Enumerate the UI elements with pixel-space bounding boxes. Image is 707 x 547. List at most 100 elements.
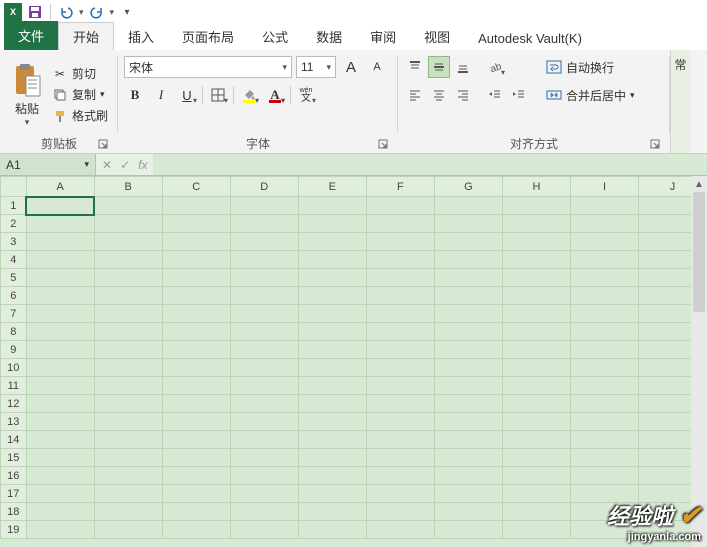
name-box-dropdown[interactable]: ▾: [84, 159, 89, 170]
cell-H6[interactable]: [502, 287, 570, 305]
cell-C7[interactable]: [162, 305, 230, 323]
undo-button[interactable]: [55, 1, 77, 23]
copy-button[interactable]: 复制 ▾: [52, 86, 108, 103]
cell-I5[interactable]: [571, 269, 639, 287]
cell-E3[interactable]: [298, 233, 366, 251]
cell-B19[interactable]: [94, 521, 162, 539]
cell-A12[interactable]: [26, 395, 94, 413]
cell-C5[interactable]: [162, 269, 230, 287]
cancel-formula-button[interactable]: ✕: [102, 158, 112, 172]
scroll-up-button[interactable]: ▲: [691, 176, 707, 192]
cell-D16[interactable]: [230, 467, 298, 485]
cell-B15[interactable]: [94, 449, 162, 467]
row-header-9[interactable]: 9: [1, 341, 27, 359]
cell-H1[interactable]: [502, 197, 570, 215]
cell-F2[interactable]: [366, 215, 434, 233]
cell-H17[interactable]: [502, 485, 570, 503]
cell-I8[interactable]: [571, 323, 639, 341]
cell-C15[interactable]: [162, 449, 230, 467]
cell-H11[interactable]: [502, 377, 570, 395]
row-header-2[interactable]: 2: [1, 215, 27, 233]
cell-F16[interactable]: [366, 467, 434, 485]
row-header-8[interactable]: 8: [1, 323, 27, 341]
orientation-button[interactable]: ab▾: [484, 56, 506, 78]
cell-B18[interactable]: [94, 503, 162, 521]
row-header-17[interactable]: 17: [1, 485, 27, 503]
row-header-15[interactable]: 15: [1, 449, 27, 467]
cell-I7[interactable]: [571, 305, 639, 323]
cell-F14[interactable]: [366, 431, 434, 449]
row-header-10[interactable]: 10: [1, 359, 27, 377]
clipboard-dialog-launcher[interactable]: [96, 137, 110, 151]
cell-F11[interactable]: [366, 377, 434, 395]
cell-B13[interactable]: [94, 413, 162, 431]
qat-customize-button[interactable]: ▾: [116, 1, 138, 23]
undo-dropdown[interactable]: ▾: [79, 7, 84, 18]
align-bottom-button[interactable]: [452, 56, 474, 78]
alignment-dialog-launcher[interactable]: [648, 137, 662, 151]
cell-A19[interactable]: [26, 521, 94, 539]
cell-G19[interactable]: [434, 521, 502, 539]
cell-A16[interactable]: [26, 467, 94, 485]
cell-F13[interactable]: [366, 413, 434, 431]
cell-A14[interactable]: [26, 431, 94, 449]
cell-H4[interactable]: [502, 251, 570, 269]
cell-G16[interactable]: [434, 467, 502, 485]
cell-A17[interactable]: [26, 485, 94, 503]
cell-D2[interactable]: [230, 215, 298, 233]
row-header-18[interactable]: 18: [1, 503, 27, 521]
cell-H19[interactable]: [502, 521, 570, 539]
cell-G1[interactable]: [434, 197, 502, 215]
cell-I17[interactable]: [571, 485, 639, 503]
cell-H12[interactable]: [502, 395, 570, 413]
decrease-font-button[interactable]: A: [366, 56, 388, 78]
cell-D17[interactable]: [230, 485, 298, 503]
cell-I11[interactable]: [571, 377, 639, 395]
cell-G4[interactable]: [434, 251, 502, 269]
fill-color-button[interactable]: ▾: [238, 84, 260, 106]
cell-I2[interactable]: [571, 215, 639, 233]
cell-I9[interactable]: [571, 341, 639, 359]
cell-A3[interactable]: [26, 233, 94, 251]
increase-font-button[interactable]: A: [340, 56, 362, 78]
save-button[interactable]: [24, 1, 46, 23]
cell-I16[interactable]: [571, 467, 639, 485]
paste-dropdown[interactable]: ▾: [25, 117, 30, 128]
cell-F7[interactable]: [366, 305, 434, 323]
column-header-B[interactable]: B: [94, 177, 162, 197]
cell-G13[interactable]: [434, 413, 502, 431]
cell-D10[interactable]: [230, 359, 298, 377]
cell-B6[interactable]: [94, 287, 162, 305]
cell-I3[interactable]: [571, 233, 639, 251]
vertical-scrollbar[interactable]: ▲ ▼: [691, 176, 707, 547]
cell-E9[interactable]: [298, 341, 366, 359]
font-size-combo[interactable]: 11 ▾: [296, 56, 336, 78]
cell-B1[interactable]: [94, 197, 162, 215]
cell-H15[interactable]: [502, 449, 570, 467]
cell-G8[interactable]: [434, 323, 502, 341]
align-right-button[interactable]: [452, 84, 474, 106]
cell-C17[interactable]: [162, 485, 230, 503]
cell-C19[interactable]: [162, 521, 230, 539]
row-header-19[interactable]: 19: [1, 521, 27, 539]
cell-E10[interactable]: [298, 359, 366, 377]
cell-A18[interactable]: [26, 503, 94, 521]
cell-G14[interactable]: [434, 431, 502, 449]
cell-B14[interactable]: [94, 431, 162, 449]
cell-B11[interactable]: [94, 377, 162, 395]
cell-G6[interactable]: [434, 287, 502, 305]
cell-G15[interactable]: [434, 449, 502, 467]
cell-C1[interactable]: [162, 197, 230, 215]
bold-button[interactable]: B: [124, 84, 146, 106]
cell-G10[interactable]: [434, 359, 502, 377]
cell-C9[interactable]: [162, 341, 230, 359]
cell-F15[interactable]: [366, 449, 434, 467]
cell-F17[interactable]: [366, 485, 434, 503]
cell-D8[interactable]: [230, 323, 298, 341]
cell-D12[interactable]: [230, 395, 298, 413]
row-header-7[interactable]: 7: [1, 305, 27, 323]
cell-E17[interactable]: [298, 485, 366, 503]
cell-E15[interactable]: [298, 449, 366, 467]
cell-I15[interactable]: [571, 449, 639, 467]
cell-H7[interactable]: [502, 305, 570, 323]
